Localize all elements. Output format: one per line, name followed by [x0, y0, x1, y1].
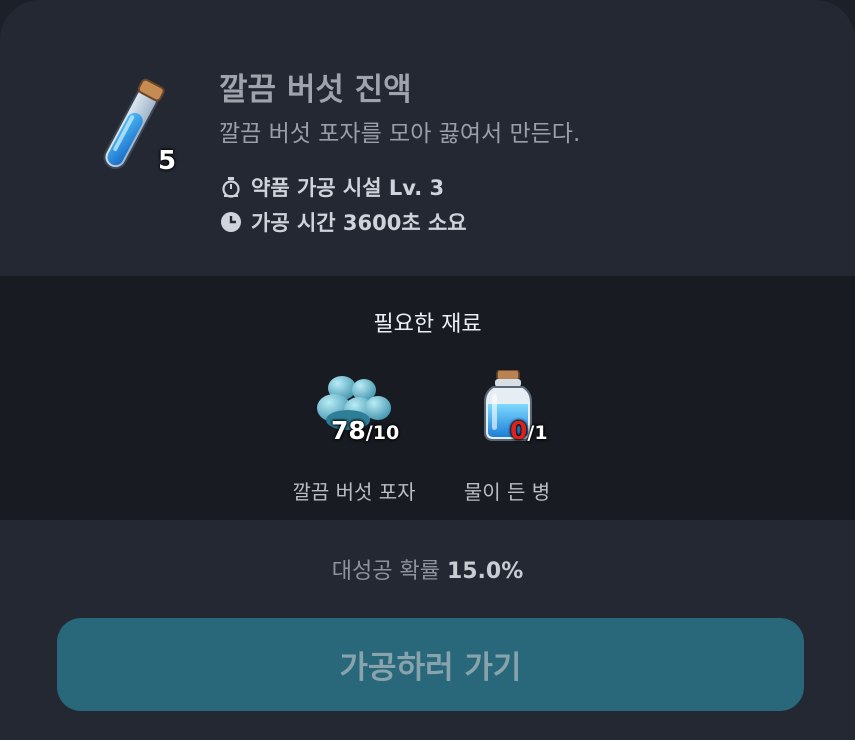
item-title: 깔끔 버섯 진액 — [219, 72, 412, 108]
material-have: 78 — [331, 416, 366, 445]
time-row: 가공 시간 3600초 소요 — [219, 207, 467, 237]
time-text: 가공 시간 3600초 소요 — [251, 211, 467, 235]
item-count: 5 — [158, 146, 177, 176]
crit-value: 15.0% — [446, 559, 524, 584]
stopwatch-icon — [219, 175, 243, 199]
clock-icon — [219, 210, 243, 234]
item-header: 5 깔끔 버섯 진액 깔끔 버섯 포자를 모아 끓여서 만든다. 약품 가공 시… — [0, 0, 855, 276]
crafting-panel: 5 깔끔 버섯 진액 깔끔 버섯 포자를 모아 끓여서 만든다. 약품 가공 시… — [0, 0, 855, 740]
crit-label: 대성공 확률 — [331, 559, 440, 584]
required-materials-section: 필요한 재료 78/10 깔끔 버섯 포자 0/1 물이 든 병 — [0, 276, 855, 520]
facility-row: 약품 가공 시설 Lv. 3 — [219, 172, 444, 202]
facility-text: 약품 가공 시설 Lv. 3 — [251, 176, 445, 200]
material-label: 물이 든 병 — [463, 480, 551, 504]
material-label: 깔끔 버섯 포자 — [292, 480, 416, 504]
item-description: 깔끔 버섯 포자를 모아 끓여서 만든다. — [219, 121, 581, 147]
critical-success-rate: 대성공 확률 15.0% — [0, 553, 855, 585]
material-qty: 78/10 — [331, 416, 399, 445]
material-qty: 0/1 — [510, 416, 548, 445]
material-need: /1 — [527, 422, 548, 444]
material-have: 0 — [510, 416, 528, 445]
materials-title: 필요한 재료 — [373, 312, 482, 337]
material-need: /10 — [365, 422, 400, 444]
go-process-button[interactable]: 가공하러 가기 — [57, 618, 804, 711]
